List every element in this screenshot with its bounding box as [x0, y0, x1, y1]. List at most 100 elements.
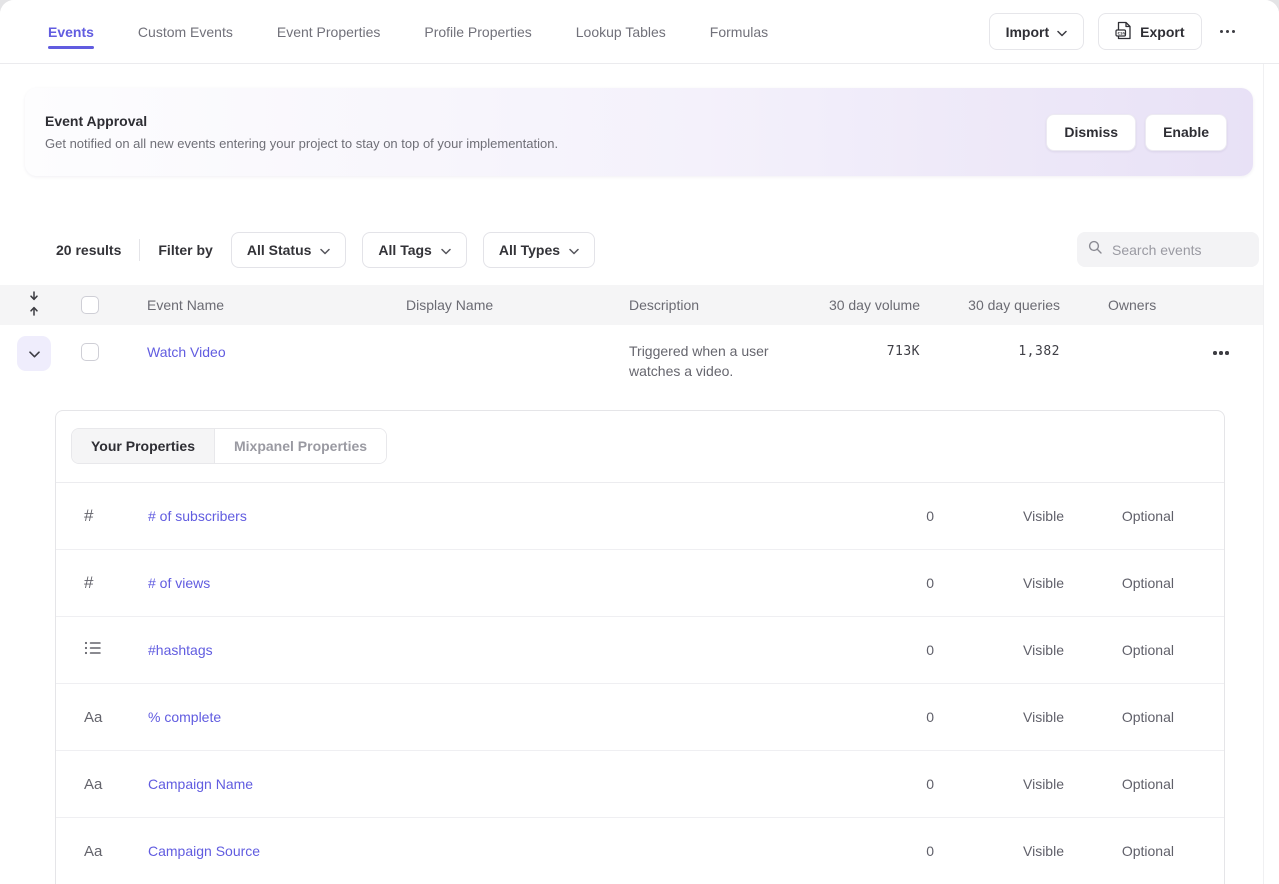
tab-custom-events[interactable]: Custom Events [138, 3, 233, 61]
properties-panel: Your Properties Mixpanel Properties # # … [55, 410, 1225, 884]
property-visibility[interactable]: Visible [934, 575, 1064, 591]
search-icon [1087, 239, 1103, 260]
chevron-down-icon [29, 346, 40, 361]
more-options-button[interactable] [1216, 24, 1240, 40]
export-button[interactable]: csv Export [1098, 13, 1201, 50]
volume-cell: 713K [810, 344, 920, 359]
tab-event-properties[interactable]: Event Properties [277, 3, 381, 61]
search-input[interactable] [1112, 242, 1242, 258]
property-link[interactable]: # of views [148, 575, 874, 591]
property-row: Aa % complete 0 Visible Optional [56, 684, 1224, 751]
text-type-icon: Aa [84, 843, 102, 860]
filter-bar: 20 results Filter by All Status All Tags… [56, 232, 1279, 268]
tags-filter-label: All Tags [378, 242, 431, 258]
top-nav: Events Custom Events Event Properties Pr… [0, 0, 1279, 64]
property-requirement[interactable]: Optional [1064, 776, 1174, 792]
lexicon-events-page: Events Custom Events Event Properties Pr… [0, 0, 1279, 884]
svg-text:csv: csv [1118, 31, 1127, 36]
event-approval-banner: Event Approval Get notified on all new e… [25, 88, 1253, 176]
column-header-30-day-queries: 30 day queries [920, 297, 1060, 313]
results-count: 20 results [56, 242, 121, 258]
types-filter-dropdown[interactable]: All Types [483, 232, 595, 268]
status-filter-dropdown[interactable]: All Status [231, 232, 347, 268]
property-requirement[interactable]: Optional [1064, 843, 1174, 859]
scrollbar-track[interactable] [1263, 64, 1279, 884]
property-count: 0 [874, 508, 934, 524]
select-all-checkbox[interactable] [81, 296, 99, 314]
property-visibility[interactable]: Visible [934, 508, 1064, 524]
vertical-divider [139, 239, 140, 261]
list-type-icon [84, 640, 102, 661]
banner-text: Event Approval Get notified on all new e… [45, 113, 558, 151]
chevron-down-icon [320, 242, 330, 258]
property-count: 0 [874, 642, 934, 658]
tab-your-properties[interactable]: Your Properties [72, 429, 215, 463]
table-header: Event Name Display Name Description 30 d… [0, 285, 1279, 325]
row-checkbox[interactable] [81, 343, 99, 361]
tab-events[interactable]: Events [48, 3, 94, 61]
chevron-down-icon [1057, 24, 1067, 40]
property-count: 0 [874, 776, 934, 792]
event-name-link[interactable]: Watch Video [147, 344, 226, 360]
property-visibility[interactable]: Visible [934, 709, 1064, 725]
property-visibility[interactable]: Visible [934, 776, 1064, 792]
row-actions-button[interactable] [1209, 345, 1233, 361]
enable-button[interactable]: Enable [1145, 114, 1227, 151]
tab-lookup-tables[interactable]: Lookup Tables [576, 3, 666, 61]
import-button-label: Import [1006, 24, 1050, 40]
property-link[interactable]: # of subscribers [148, 508, 874, 524]
properties-tab-group: Your Properties Mixpanel Properties [71, 428, 387, 464]
import-button[interactable]: Import [989, 13, 1085, 50]
collapse-row-button[interactable] [17, 336, 51, 371]
property-requirement[interactable]: Optional [1064, 508, 1174, 524]
chevron-down-icon [441, 242, 451, 258]
tab-profile-properties[interactable]: Profile Properties [424, 3, 531, 61]
property-link[interactable]: % complete [148, 709, 874, 725]
banner-title: Event Approval [45, 113, 558, 129]
filter-by-label: Filter by [158, 242, 212, 258]
property-requirement[interactable]: Optional [1064, 642, 1174, 658]
column-header-owners: Owners [1060, 297, 1180, 313]
tab-mixpanel-properties[interactable]: Mixpanel Properties [215, 429, 386, 463]
chevron-down-icon [569, 242, 579, 258]
expanded-row-area: Your Properties Mixpanel Properties # # … [0, 395, 1279, 884]
property-link[interactable]: Campaign Source [148, 843, 874, 859]
property-requirement[interactable]: Optional [1064, 709, 1174, 725]
property-row: # # of subscribers 0 Visible Optional [56, 483, 1224, 550]
property-count: 0 [874, 709, 934, 725]
types-filter-label: All Types [499, 242, 560, 258]
queries-cell: 1,382 [920, 344, 1060, 359]
dismiss-button[interactable]: Dismiss [1046, 114, 1136, 151]
text-type-icon: Aa [84, 709, 102, 726]
property-row: Aa Campaign Source 0 Visible Optional [56, 818, 1224, 884]
csv-file-icon: csv [1115, 21, 1132, 43]
property-count: 0 [874, 843, 934, 859]
column-header-display-name: Display Name [395, 297, 618, 313]
event-row-watch-video: Watch Video Triggered when a user watche… [0, 325, 1279, 395]
export-button-label: Export [1140, 24, 1184, 40]
column-header-description: Description [618, 297, 810, 313]
property-row: #hashtags 0 Visible Optional [56, 617, 1224, 684]
property-visibility[interactable]: Visible [934, 843, 1064, 859]
column-header-event-name: Event Name [132, 297, 395, 313]
description-cell: Triggered when a user watches a video. [618, 341, 810, 381]
tab-formulas[interactable]: Formulas [710, 3, 768, 61]
column-header-30-day-volume: 30 day volume [810, 297, 920, 313]
property-row: # # of views 0 Visible Optional [56, 550, 1224, 617]
property-visibility[interactable]: Visible [934, 642, 1064, 658]
nav-tabs: Events Custom Events Event Properties Pr… [48, 3, 768, 61]
property-link[interactable]: #hashtags [148, 642, 874, 658]
banner-description: Get notified on all new events entering … [45, 136, 558, 151]
text-type-icon: Aa [84, 776, 102, 793]
property-count: 0 [874, 575, 934, 591]
search-box [1077, 232, 1259, 267]
banner-actions: Dismiss Enable [1046, 114, 1227, 151]
property-link[interactable]: Campaign Name [148, 776, 874, 792]
tags-filter-dropdown[interactable]: All Tags [362, 232, 466, 268]
ellipsis-icon [1220, 30, 1236, 34]
nav-actions: Import csv Export [989, 13, 1239, 50]
property-requirement[interactable]: Optional [1064, 575, 1174, 591]
status-filter-label: All Status [247, 242, 312, 258]
collapse-vertical-icon [27, 304, 41, 319]
collapse-all-button[interactable] [25, 289, 43, 321]
